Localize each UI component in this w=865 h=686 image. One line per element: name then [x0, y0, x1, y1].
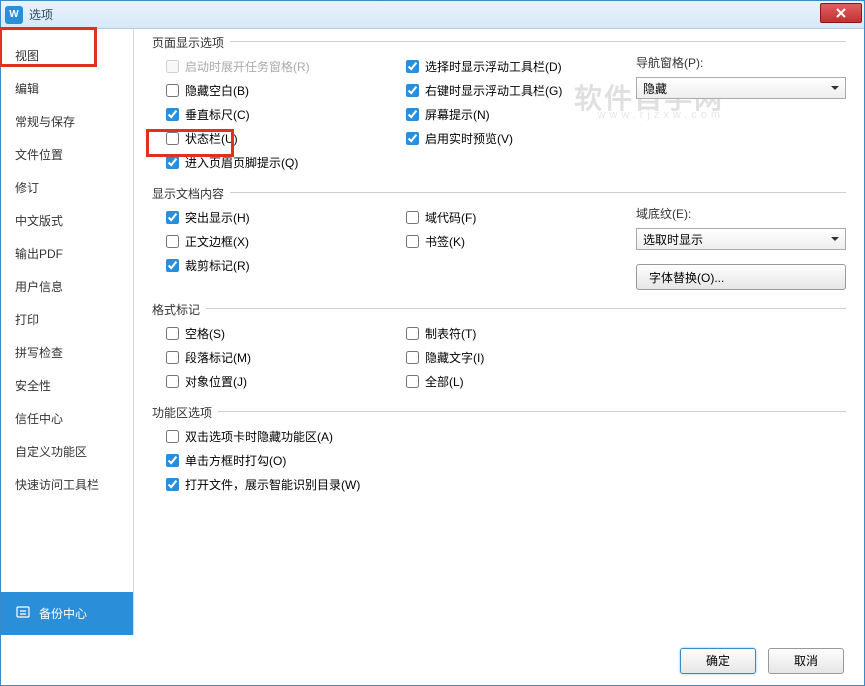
sidebar-item-trust-center[interactable]: 信任中心	[1, 402, 133, 435]
group-format-marks: 格式标记 空格(S) 段落标记(M) 对象位置(J) 制表符(T) 隐藏文字(I…	[152, 308, 846, 401]
group-doc-content: 显示文档内容 突出显示(H) 正文边框(X) 裁剪标记(R) 域代码(F) 书签…	[152, 192, 846, 298]
chk-all[interactable]: 全部(L)	[406, 369, 636, 393]
titlebar: W 选项	[1, 1, 864, 29]
field-shading-select[interactable]: 选取时显示	[636, 228, 846, 250]
app-icon: W	[5, 6, 23, 24]
chk-tabs[interactable]: 制表符(T)	[406, 321, 636, 345]
dialog-footer: 确定 取消	[1, 635, 864, 685]
chk-field-codes[interactable]: 域代码(F)	[406, 205, 636, 229]
sidebar-item-chinese-layout[interactable]: 中文版式	[1, 204, 133, 237]
chk-open-smart-toc[interactable]: 打开文件，展示智能识别目录(W)	[166, 472, 846, 496]
chk-text-border[interactable]: 正文边框(X)	[166, 229, 406, 253]
window-title: 选项	[29, 6, 53, 23]
sidebar-item-user-info[interactable]: 用户信息	[1, 270, 133, 303]
chk-bookmarks[interactable]: 书签(K)	[406, 229, 636, 253]
chk-object-position[interactable]: 对象位置(J)	[166, 369, 406, 393]
group-doc-content-title: 显示文档内容	[152, 185, 230, 202]
nav-pane-label: 导航窗格(P):	[636, 54, 846, 71]
chk-rightclick-float-toolbar[interactable]: 右键时显示浮动工具栏(G)	[406, 78, 636, 102]
group-format-marks-title: 格式标记	[152, 301, 206, 318]
group-ribbon-title: 功能区选项	[152, 404, 218, 421]
chk-vertical-ruler[interactable]: 垂直标尺(C)	[166, 102, 406, 126]
chk-status-bar[interactable]: 状态栏(U)	[166, 126, 406, 150]
chk-dblclick-hide-ribbon[interactable]: 双击选项卡时隐藏功能区(A)	[166, 424, 846, 448]
chk-live-preview[interactable]: 启用实时预览(V)	[406, 126, 636, 150]
group-page-display: 页面显示选项 启动时展开任务窗格(R) 隐藏空白(B) 垂直标尺(C) 状态栏(…	[152, 41, 846, 182]
sidebar-item-revision[interactable]: 修订	[1, 171, 133, 204]
sidebar-item-file-location[interactable]: 文件位置	[1, 138, 133, 171]
backup-center-label: 备份中心	[39, 605, 87, 622]
sidebar-item-spellcheck[interactable]: 拼写检查	[1, 336, 133, 369]
chk-startup-taskpane[interactable]: 启动时展开任务窗格(R)	[166, 54, 406, 78]
close-button[interactable]	[820, 3, 862, 23]
dialog-body: 视图 编辑 常规与保存 文件位置 修订 中文版式 输出PDF 用户信息 打印 拼…	[1, 29, 864, 635]
chk-paragraph-marks[interactable]: 段落标记(M)	[166, 345, 406, 369]
sidebar-item-print[interactable]: 打印	[1, 303, 133, 336]
font-substitution-button[interactable]: 字体替换(O)...	[636, 264, 846, 290]
group-page-display-title: 页面显示选项	[152, 34, 230, 51]
cancel-button[interactable]: 取消	[768, 648, 844, 674]
content-panel: 软件自学网 www.rjzxw.com 页面显示选项 启动时展开任务窗格(R) …	[134, 29, 864, 635]
field-shading-label: 域底纹(E):	[636, 205, 846, 222]
sidebar-item-security[interactable]: 安全性	[1, 369, 133, 402]
sidebar-item-general-save[interactable]: 常规与保存	[1, 105, 133, 138]
chk-highlight[interactable]: 突出显示(H)	[166, 205, 406, 229]
chk-screen-tips[interactable]: 屏幕提示(N)	[406, 102, 636, 126]
sidebar-item-quick-access[interactable]: 快速访问工具栏	[1, 468, 133, 501]
ok-button[interactable]: 确定	[680, 648, 756, 674]
chk-crop-marks[interactable]: 裁剪标记(R)	[166, 253, 406, 277]
close-icon	[836, 8, 846, 18]
chk-hidden-text[interactable]: 隐藏文字(I)	[406, 345, 636, 369]
sidebar-item-output-pdf[interactable]: 输出PDF	[1, 237, 133, 270]
sidebar: 视图 编辑 常规与保存 文件位置 修订 中文版式 输出PDF 用户信息 打印 拼…	[1, 29, 134, 635]
chk-select-float-toolbar[interactable]: 选择时显示浮动工具栏(D)	[406, 54, 636, 78]
chk-spaces[interactable]: 空格(S)	[166, 321, 406, 345]
chk-header-footer-hint[interactable]: 进入页眉页脚提示(Q)	[166, 150, 406, 174]
chk-hide-whitespace[interactable]: 隐藏空白(B)	[166, 78, 406, 102]
backup-icon	[15, 604, 31, 623]
backup-center-button[interactable]: 备份中心	[1, 592, 133, 635]
nav-pane-select[interactable]: 隐藏	[636, 77, 846, 99]
sidebar-item-edit[interactable]: 编辑	[1, 72, 133, 105]
group-ribbon: 功能区选项 双击选项卡时隐藏功能区(A) 单击方框时打勾(O) 打开文件，展示智…	[152, 411, 846, 504]
options-window: W 选项 视图 编辑 常规与保存 文件位置 修订 中文版式 输出PDF 用户信息…	[0, 0, 865, 686]
sidebar-item-view[interactable]: 视图	[1, 39, 133, 72]
chk-click-box-check[interactable]: 单击方框时打勾(O)	[166, 448, 846, 472]
sidebar-item-customize-ribbon[interactable]: 自定义功能区	[1, 435, 133, 468]
